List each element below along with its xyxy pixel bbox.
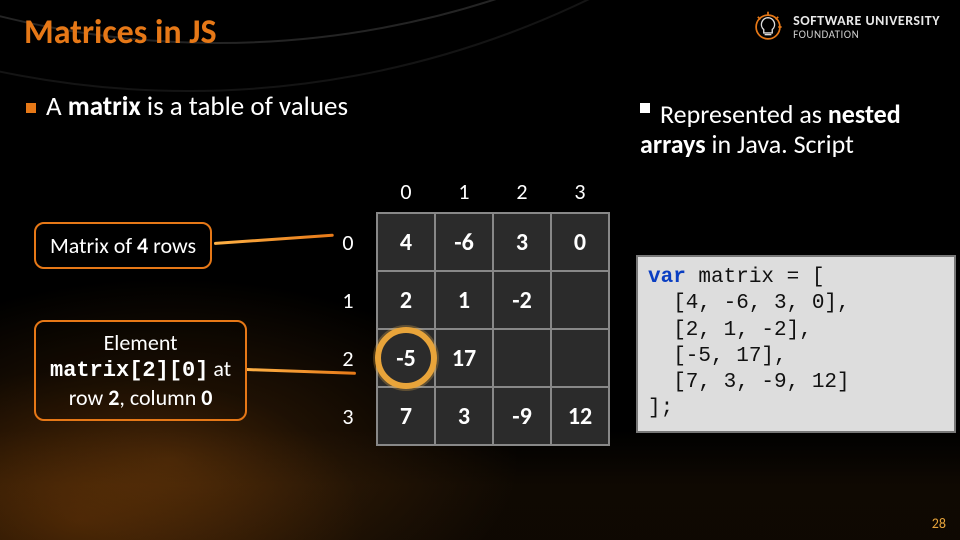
cell: 3 [435,387,493,445]
cell: 1 [435,271,493,329]
cell: 17 [435,329,493,387]
cell: 3 [493,213,551,271]
cell: 2 [377,271,435,329]
cell: 4 [377,213,435,271]
col-header: 2 [493,170,551,213]
col-header: 0 [377,170,435,213]
bullet-square-icon [26,103,36,113]
lightbulb-gear-icon [751,10,785,44]
cell: -9 [493,387,551,445]
slide-title: Matrices in JS [24,12,217,53]
cell: 7 [377,387,435,445]
callout-rows: Matrix of 4 rows [34,222,212,269]
code-snippet: var matrix = [ [4, -6, 3, 0], [2, 1, -2]… [636,255,956,433]
page-number: 28 [932,515,946,532]
col-header: 3 [551,170,609,213]
callout-element: Element matrix[2][0] at row 2, column 0 [34,320,247,421]
row-header: 3 [320,387,377,445]
row-header: 1 [320,271,377,329]
cell: -2 [493,271,551,329]
col-header: 1 [435,170,493,213]
matrix-table: 0 1 2 3 0 4 -6 3 0 1 2 1 -2 2 -5 17 3 [320,170,610,446]
row-header: 2 [320,329,377,387]
cell: 0 [551,213,609,271]
row-header: 0 [320,213,377,271]
logo-text-line2: FOUNDATION [793,28,859,41]
cell: -5 [377,329,435,387]
bullet-square-icon [640,103,650,113]
right-bullet: Represented as nested arrays in Java. Sc… [640,100,940,160]
cell [493,329,551,387]
cell: -6 [435,213,493,271]
cell [551,271,609,329]
brand-logo: SOFTWARE UNIVERSITY FOUNDATION [751,10,940,44]
cell [551,329,609,387]
logo-text-line1: SOFTWARE UNIVERSITY [793,14,940,27]
cell: 12 [551,387,609,445]
main-bullet: A matrix is a table of values [26,90,348,123]
